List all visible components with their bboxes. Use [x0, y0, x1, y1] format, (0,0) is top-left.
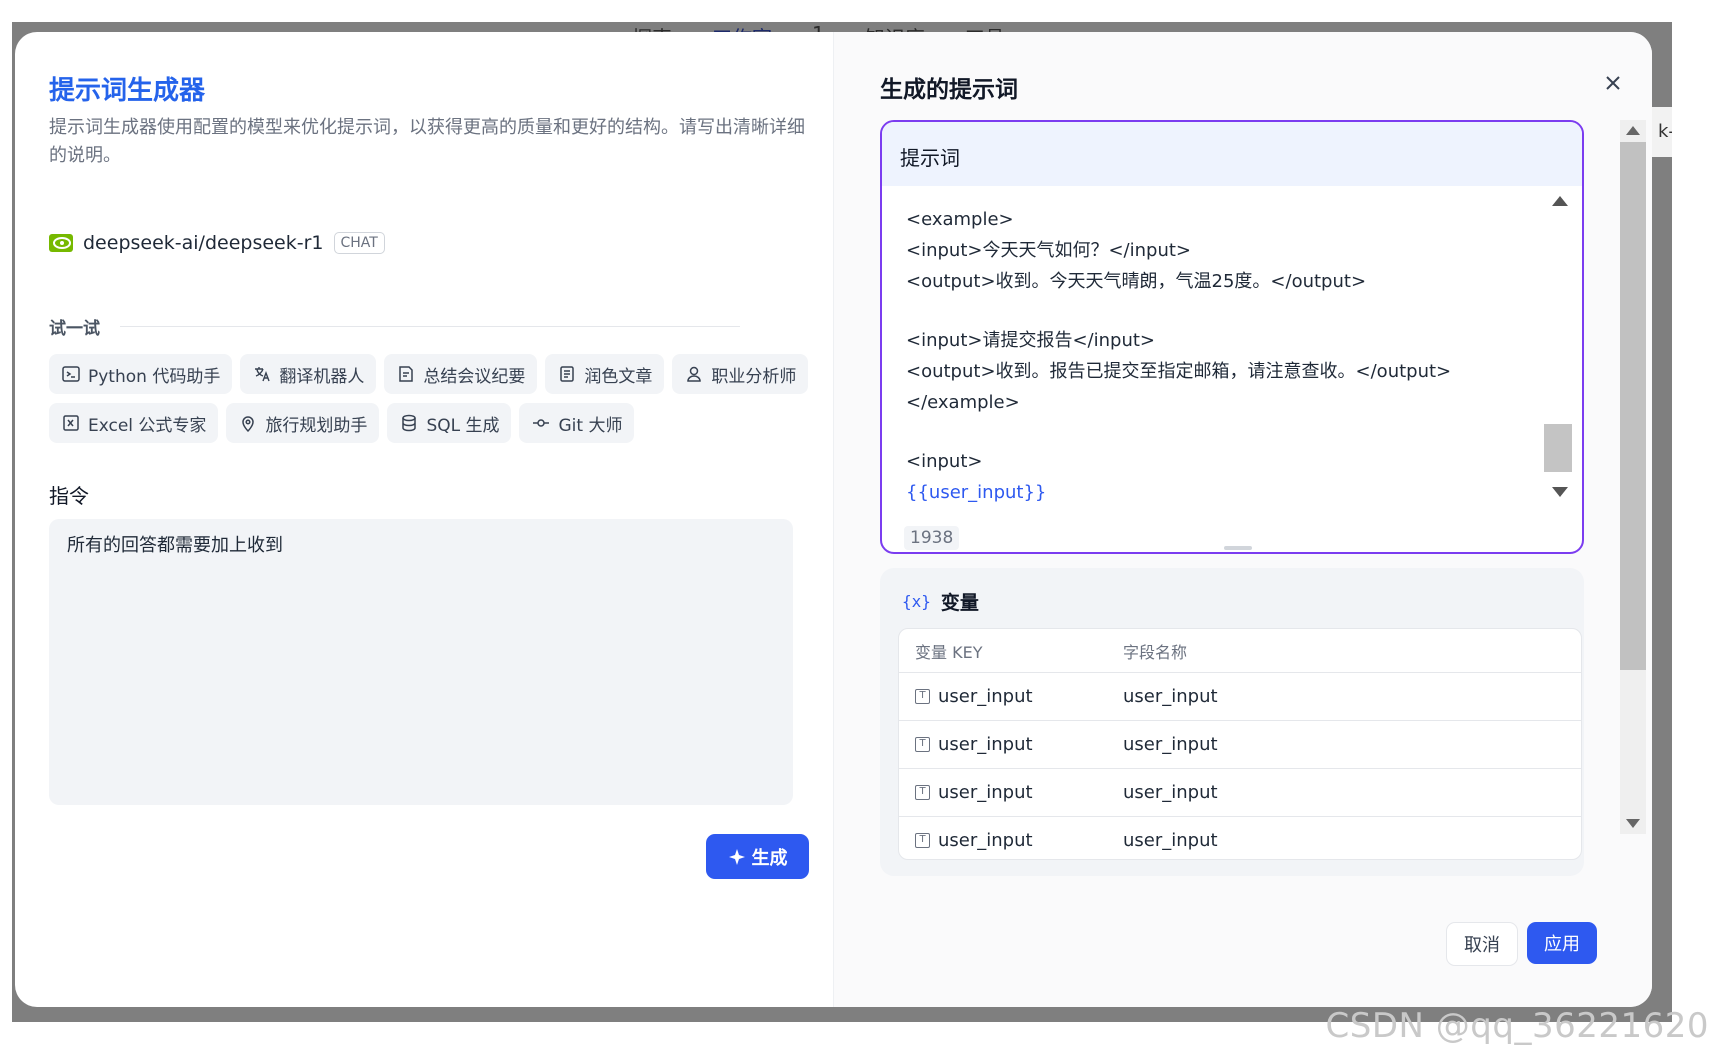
prompt-generator-modal: 提示词生成器 提示词生成器使用配置的模型来优化提示词，以获得更高的质量和更好的结…	[15, 32, 1652, 1007]
result-title: 生成的提示词	[880, 77, 1018, 103]
chip-label: 职业分析师	[711, 366, 797, 387]
cancel-button[interactable]: 取消	[1446, 922, 1518, 966]
template-chip-travel[interactable]: 旅行规划助手	[226, 403, 380, 443]
scroll-down-icon[interactable]	[1552, 487, 1568, 497]
template-chips: Python 代码助手 翻译机器人 总结会议纪要 润色文章 职业分析师 Exce…	[49, 354, 809, 443]
char-count: 1938	[904, 526, 960, 550]
text-type-icon: T	[915, 689, 930, 704]
variable-field-name: user_input	[1123, 686, 1218, 707]
template-chip-translator[interactable]: 翻译机器人	[240, 354, 377, 394]
model-mode-badge: CHAT	[333, 232, 385, 254]
database-icon	[402, 414, 417, 432]
prompt-line: </example>	[906, 392, 1020, 413]
nvidia-logo-icon	[49, 234, 73, 252]
scroll-up-icon[interactable]	[1552, 196, 1568, 206]
template-chip-sql[interactable]: SQL 生成	[387, 403, 512, 443]
scroll-down-icon[interactable]	[1626, 819, 1640, 828]
template-chip-meeting-summary[interactable]: 总结会议纪要	[384, 354, 538, 394]
sparkle-icon	[728, 848, 745, 865]
prompt-line	[906, 297, 1526, 325]
right-panel: 生成的提示词 提示词 <example> <input>今天天气如何？</inp…	[834, 32, 1652, 1007]
translate-icon	[255, 367, 270, 382]
variable-key: user_input	[938, 830, 1033, 851]
chip-label: Python 代码助手	[88, 366, 221, 387]
chip-label: Excel 公式专家	[88, 415, 207, 436]
prompt-editor[interactable]: 提示词 <example> <input>今天天气如何？</input> <ou…	[880, 120, 1584, 554]
chip-label: Git 大师	[558, 415, 623, 436]
table-header: 变量 KEY 字段名称	[899, 629, 1581, 673]
template-chip-python[interactable]: Python 代码助手	[49, 354, 233, 394]
instruction-label: 指令	[49, 484, 89, 508]
variables-section: {x} 变量 变量 KEY 字段名称 Tuser_input user_inpu…	[880, 568, 1584, 876]
chip-label: SQL 生成	[426, 415, 500, 436]
prompt-line: <input>	[906, 451, 983, 472]
variable-key: user_input	[938, 686, 1033, 707]
column-header: 字段名称	[1123, 642, 1188, 662]
variable-field-name: user_input	[1123, 782, 1218, 803]
prompt-line: <input>今天天气如何？</input>	[906, 240, 1191, 261]
modal-title: 提示词生成器	[49, 76, 206, 106]
chip-label: 旅行规划助手	[265, 415, 368, 436]
text-type-icon: T	[915, 785, 930, 800]
summary-icon	[399, 366, 414, 382]
table-row: Tuser_input user_input	[899, 721, 1581, 769]
chip-label: 润色文章	[584, 366, 653, 387]
table-row: Tuser_input user_input	[899, 817, 1581, 859]
column-header: 变量 KEY	[915, 642, 983, 662]
variables-header: {x} 变量	[902, 588, 979, 615]
prompt-editor-title: 提示词	[900, 146, 960, 170]
background-chip: k-	[1652, 107, 1672, 157]
prompt-line: <input>请提交报告</input>	[906, 330, 1155, 351]
scrollbar-thumb[interactable]	[1620, 142, 1646, 670]
template-chip-git[interactable]: Git 大师	[519, 403, 635, 443]
try-divider	[120, 326, 740, 327]
close-icon[interactable]	[1600, 70, 1626, 96]
git-commit-icon	[533, 419, 550, 427]
page-edge	[1672, 22, 1717, 1022]
panel-scrollbar[interactable]	[1620, 120, 1646, 834]
template-chip-excel[interactable]: Excel 公式专家	[49, 403, 219, 443]
template-chip-polish[interactable]: 润色文章	[545, 354, 665, 394]
chip-label: 翻译机器人	[279, 366, 365, 387]
scroll-up-icon[interactable]	[1626, 126, 1640, 135]
scrollbar-thumb[interactable]	[1544, 424, 1572, 472]
prompt-text[interactable]: <example> <input>今天天气如何？</input> <output…	[906, 204, 1526, 508]
generate-button[interactable]: 生成	[706, 834, 809, 879]
left-panel: 提示词生成器 提示词生成器使用配置的模型来优化提示词，以获得更高的质量和更好的结…	[15, 32, 834, 1007]
model-selector[interactable]: deepseek-ai/deepseek-r1 CHAT	[49, 232, 385, 254]
text-type-icon: T	[915, 833, 930, 848]
variable-field-name: user_input	[1123, 734, 1218, 755]
prompt-line: <output>收到。今天天气晴朗，气温25度。</output>	[906, 271, 1367, 292]
excel-icon	[63, 415, 79, 431]
prompt-editor-header: 提示词	[882, 122, 1582, 186]
watermark: CSDN @qq_36221620	[1325, 1006, 1709, 1046]
text-type-icon: T	[915, 737, 930, 752]
table-row: Tuser_input user_input	[899, 769, 1581, 817]
prompt-line	[906, 418, 1526, 446]
document-icon	[560, 366, 575, 382]
prompt-line: <example>	[906, 209, 1014, 230]
table-row: Tuser_input user_input	[899, 673, 1581, 721]
variables-table: 变量 KEY 字段名称 Tuser_input user_input Tuser…	[898, 628, 1582, 860]
variable-key: user_input	[938, 782, 1033, 803]
generate-button-label: 生成	[751, 847, 788, 869]
prompt-line: <output>收到。报告已提交至指定邮箱，请注意查收。</output>	[906, 361, 1452, 382]
instruction-textarea[interactable]: 所有的回答都需要加上收到	[49, 519, 793, 805]
modal-description: 提示词生成器使用配置的模型来优化提示词，以获得更高的质量和更好的结构。请写出清晰…	[49, 117, 805, 166]
variable-icon: {x}	[902, 592, 931, 611]
variable-key: user_input	[938, 734, 1033, 755]
variables-title: 变量	[940, 592, 979, 614]
resize-handle[interactable]	[1224, 546, 1252, 550]
template-chip-career[interactable]: 职业分析师	[672, 354, 809, 394]
apply-button[interactable]: 应用	[1527, 922, 1597, 964]
terminal-icon	[62, 366, 80, 382]
try-section-title: 试一试	[49, 319, 100, 339]
prompt-scrollbar[interactable]	[1544, 192, 1572, 497]
variable-field-name: user_input	[1123, 830, 1218, 851]
chip-label: 总结会议纪要	[423, 366, 526, 387]
prompt-variable-token: {{user_input}}	[906, 482, 1047, 503]
model-name: deepseek-ai/deepseek-r1	[83, 232, 324, 254]
map-pin-icon	[242, 416, 255, 433]
user-icon	[687, 366, 702, 382]
